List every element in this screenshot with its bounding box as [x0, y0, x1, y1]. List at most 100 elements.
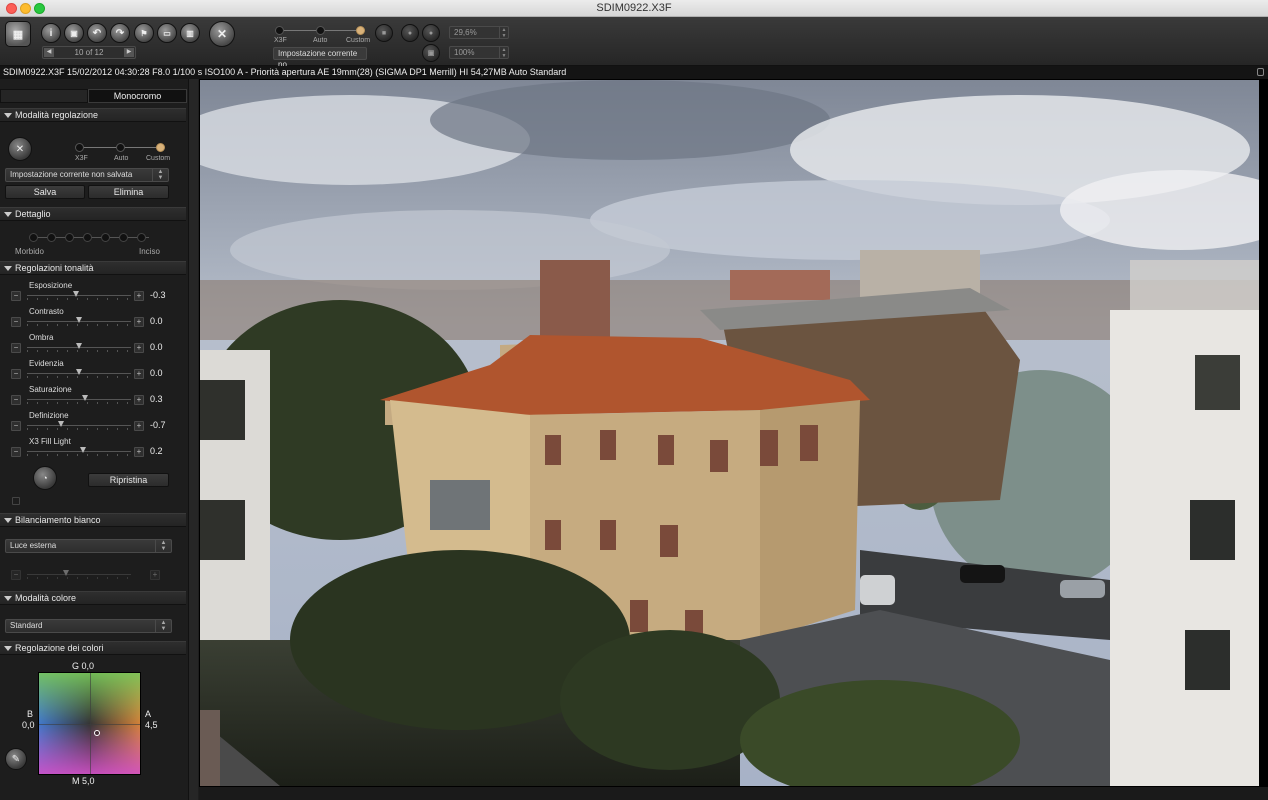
mode-dot-custom[interactable] [156, 143, 165, 152]
tone-slider-label: Evidenzia [29, 359, 64, 368]
info-button[interactable]: i [41, 23, 61, 43]
mode-dot-x3f[interactable] [275, 26, 284, 35]
sidebar-mode-slider[interactable] [75, 143, 167, 153]
wb-minus-button[interactable]: − [11, 570, 21, 580]
toolbar-round-button-1[interactable]: ■ [375, 24, 393, 42]
grid-view-button[interactable]: ▦ [5, 21, 31, 47]
image-counter: ◀ 10 of 12 ▶ [42, 46, 136, 59]
option-checkbox[interactable] [12, 497, 20, 505]
tone-slider-thumb[interactable] [80, 447, 87, 453]
mode-dot-custom[interactable] [356, 26, 365, 35]
toolbar-mode-slider[interactable] [275, 26, 367, 36]
mode-dot-x3f[interactable] [75, 143, 84, 152]
mode-dot-auto[interactable] [316, 26, 325, 35]
tab-monochrome[interactable]: Monocromo [88, 89, 187, 103]
section-white-balance[interactable]: Bilanciamento bianco [0, 513, 186, 527]
chevron-updown-icon: ▲ ▼ [155, 540, 171, 552]
section-detail[interactable]: Dettaglio [0, 207, 186, 221]
flag-icon: ⚑ [140, 28, 148, 38]
toolbar-round-button-2[interactable]: ● [401, 24, 419, 42]
white-balance-fine-slider[interactable]: − + [0, 560, 186, 586]
wb-plus-button[interactable]: + [150, 570, 160, 580]
tone-slider-label: X3 Fill Light [29, 437, 71, 446]
tone-minus-button[interactable]: − [11, 447, 21, 457]
prev-image-button[interactable]: ◀ [44, 48, 54, 57]
tone-slider-row[interactable]: Contrasto − +0.0 [0, 307, 186, 333]
mode-dot-auto[interactable] [116, 143, 125, 152]
white-balance-select[interactable]: Luce esterna ▲ ▼ [5, 539, 172, 553]
flag-button[interactable]: ⚑ [134, 23, 154, 43]
sigma-mode-button[interactable]: ✕ [209, 21, 235, 47]
delete-button[interactable]: ▥ [180, 23, 200, 43]
tone-minus-button[interactable]: − [11, 421, 21, 431]
tone-plus-button[interactable]: + [134, 317, 144, 327]
tone-slider-ticks [27, 428, 131, 430]
toolbar-preset-field[interactable]: Impostazione corrente no [273, 47, 367, 69]
tone-minus-button[interactable]: − [11, 369, 21, 379]
toolbar-round-button-3[interactable]: ● [422, 24, 440, 42]
tone-plus-button[interactable]: + [134, 395, 144, 405]
sidebar-scrollbar[interactable] [188, 79, 198, 800]
tone-slider-track[interactable] [27, 399, 131, 400]
tone-slider-thumb[interactable] [72, 291, 79, 297]
delete-preset-button[interactable]: Elimina [88, 185, 169, 199]
color-grid-top-label: G 0,0 [72, 661, 95, 671]
tone-minus-button[interactable]: − [11, 343, 21, 353]
lock-button[interactable]: ▭ [157, 23, 177, 43]
tone-plus-button[interactable]: + [134, 291, 144, 301]
tone-plus-button[interactable]: + [134, 421, 144, 431]
color-grid-right-value: 4,5 [145, 720, 158, 730]
tone-slider-track[interactable] [27, 451, 131, 452]
tone-slider-row[interactable]: Evidenzia − +0.0 [0, 359, 186, 385]
tone-slider-thumb[interactable] [82, 395, 89, 401]
tone-slider-row[interactable]: Definizione − + -0.7 [0, 411, 186, 437]
save-image-button[interactable]: ▣ [64, 23, 84, 43]
tone-slider-row[interactable]: Saturazione − +0.3 [0, 385, 186, 411]
rotate-left-button[interactable]: ↶ [87, 23, 107, 43]
info-icon: i [49, 27, 53, 39]
color-adjust-grid[interactable] [38, 672, 141, 775]
detail-slider[interactable] [29, 233, 153, 243]
mode-label-x3f: X3F [75, 155, 88, 162]
tab-color[interactable] [0, 89, 88, 103]
tone-slider-thumb[interactable] [76, 369, 82, 375]
collapse-triangle-icon [4, 518, 12, 523]
color-mode-select[interactable]: Standard ▲ ▼ [5, 619, 172, 633]
image-viewer[interactable] [199, 79, 1268, 787]
tone-plus-button[interactable]: + [134, 447, 144, 457]
tone-slider-row[interactable]: X3 Fill Light − +0.2 [0, 437, 186, 463]
tone-slider-thumb[interactable] [76, 317, 82, 323]
next-image-button[interactable]: ▶ [124, 48, 134, 57]
tone-slider-track[interactable] [27, 425, 131, 426]
tone-slider-row[interactable]: Esposizione − + -0.3 [0, 281, 186, 307]
section-color-mode[interactable]: Modalità colore [0, 591, 186, 605]
auto-tone-button[interactable]: ◔ [33, 466, 57, 490]
tone-minus-button[interactable]: − [11, 291, 21, 301]
tone-slider-value: 0.0 [150, 368, 163, 378]
tone-plus-button[interactable]: + [134, 369, 144, 379]
tone-slider-row[interactable]: Ombra − +0.0 [0, 333, 186, 359]
section-tone-adjustments[interactable]: Regolazioni tonalità [0, 261, 186, 275]
section-adjustment-mode[interactable]: Modalità regolazione [0, 108, 186, 122]
tone-plus-button[interactable]: + [134, 343, 144, 353]
tone-slider-thumb[interactable] [58, 421, 65, 427]
zoom-full-stepper[interactable]: ▲ ▼ [499, 47, 508, 59]
color-grid-marker[interactable] [94, 730, 100, 736]
tone-slider-track[interactable] [27, 295, 131, 296]
tone-minus-button[interactable]: − [11, 317, 21, 327]
zoom-field[interactable]: 29,6% ▲ ▼ [449, 26, 509, 39]
white-balance-value: Luce esterna [10, 541, 57, 550]
section-color-adjustment[interactable]: Regolazione dei colori [0, 641, 186, 655]
color-picker-button[interactable]: ✎ [5, 748, 27, 770]
wb-slider-thumb[interactable] [63, 570, 69, 576]
rotate-right-button[interactable]: ↷ [110, 23, 130, 43]
reset-button[interactable]: Ripristina [88, 473, 169, 487]
tone-minus-button[interactable]: − [11, 395, 21, 405]
zoom-stepper[interactable]: ▲ ▼ [499, 27, 508, 39]
tone-slider-thumb[interactable] [76, 343, 82, 349]
toolbar-round-button-4[interactable]: ▣ [422, 44, 440, 62]
preset-select[interactable]: Impostazione corrente non salvata ▲ ▼ [5, 168, 169, 182]
sigma-preset-button[interactable]: ✕ [8, 137, 32, 161]
zoom-full-field[interactable]: 100% ▲ ▼ [449, 46, 509, 59]
save-preset-button[interactable]: Salva [5, 185, 85, 199]
